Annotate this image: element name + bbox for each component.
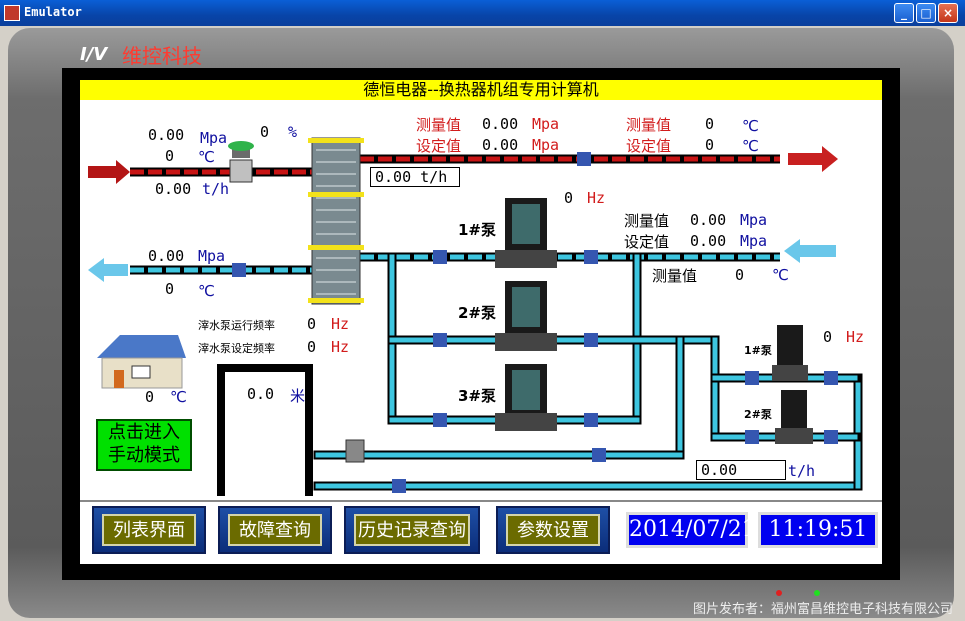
manual-mode-button[interactable]: 点击进入 手动模式 — [96, 419, 192, 471]
out-flow-unit: t/h — [420, 168, 448, 186]
close-button[interactable]: × — [938, 3, 958, 23]
outdoor-temp-unit: ℃ — [170, 388, 187, 406]
tank-level: 0.0 — [247, 385, 275, 403]
out-temp-set-unit: ℃ — [742, 137, 759, 155]
return-temp-unit: ℃ — [772, 266, 789, 284]
list-view-button-frame: 列表界面 — [92, 506, 206, 554]
out-temp-measured-label: 测量值 — [626, 116, 672, 134]
primary-in-flow: 0.00 — [155, 180, 192, 198]
makeup-flow-value: 0.00 — [701, 461, 738, 479]
brand-logo: I/V — [80, 44, 108, 65]
makeup-pump-freq: 0 — [823, 328, 833, 346]
status-led-green — [814, 590, 820, 596]
out-pressure-set-label: 设定值 — [416, 137, 462, 155]
valve-opening: 0 — [260, 123, 270, 141]
pump-frequency: 0 — [564, 189, 574, 207]
banner: 德恒电器--换热器机组专用计算机 — [80, 80, 882, 100]
bottom-divider — [80, 500, 882, 502]
makeup-set-freq-unit: Hz — [331, 338, 350, 356]
window-title: Emulator — [24, 5, 82, 19]
primary-in-temp-unit: ℃ — [198, 148, 215, 166]
primary-in-pressure: 0.00 — [148, 126, 185, 144]
valve-opening-unit: % — [288, 123, 298, 141]
makeup-run-freq-label: 滓水泵运行频率 — [198, 319, 275, 332]
pump1-label: 1#泵 — [458, 221, 497, 239]
return-pressure-set-unit: Mpa — [740, 232, 768, 250]
manual-mode-line2: 手动模式 — [108, 445, 180, 466]
makeup-pump-freq-unit: Hz — [846, 328, 865, 346]
makeup-set-freq-label: 滓水泵设定频率 — [198, 342, 275, 355]
makeup-flow-unit: t/h — [788, 462, 816, 480]
minimize-button[interactable]: _ — [894, 3, 914, 23]
history-button-frame: 历史记录查询 — [344, 506, 480, 554]
primary-return-temp-unit: ℃ — [198, 282, 215, 300]
return-pressure-unit: Mpa — [740, 211, 768, 229]
makeup-pump1-label: 1#泵 — [744, 344, 772, 357]
banner-title: 德恒电器--换热器机组专用计算机 — [363, 80, 599, 99]
maximize-button[interactable]: □ — [916, 3, 936, 23]
out-pressure-measured-label: 测量值 — [416, 116, 462, 134]
pump3-label: 3#泵 — [458, 387, 497, 405]
return-pressure-measured: 0.00 — [690, 211, 727, 229]
makeup-run-freq: 0 — [307, 315, 317, 333]
out-temp-set: 0 — [705, 136, 715, 154]
out-pressure-measured: 0.00 — [482, 115, 519, 133]
window-titlebar — [0, 0, 965, 26]
watermark: 图片发布者：福州富昌维控电子科技有限公司 — [692, 602, 953, 617]
out-pressure-set: 0.00 — [482, 136, 519, 154]
return-pressure-set-label: 设定值 — [624, 233, 670, 251]
return-temp-label: 测量值 — [652, 267, 698, 285]
app-icon — [4, 5, 20, 21]
makeup-flow-display: 0.00 — [696, 460, 786, 480]
return-pressure-set: 0.00 — [690, 232, 727, 250]
fault-query-button-frame: 故障查询 — [218, 506, 332, 554]
water-tank — [217, 364, 313, 496]
pump2-label: 2#泵 — [458, 304, 497, 322]
return-temp: 0 — [735, 266, 745, 284]
primary-return-pressure-unit: Mpa — [198, 247, 226, 265]
manual-mode-line1: 点击进入 — [108, 422, 180, 443]
out-temp-set-label: 设定值 — [626, 137, 672, 155]
status-led-red — [776, 590, 782, 596]
out-flow-value: 0.00 — [375, 168, 412, 186]
params-button-frame: 参数设置 — [496, 506, 610, 554]
makeup-pump2-label: 2#泵 — [744, 408, 772, 421]
makeup-run-freq-unit: Hz — [331, 315, 350, 333]
out-flow-display: 0.00 t/h — [370, 167, 460, 187]
outdoor-temp: 0 — [145, 388, 155, 406]
date-display: 2014/07/21 — [626, 512, 756, 548]
time-display: 11:19:51 — [758, 512, 878, 548]
out-pressure-set-unit: Mpa — [532, 136, 560, 154]
fault-query-button[interactable]: 故障查询 — [228, 514, 322, 546]
primary-in-pressure-unit: Mpa — [200, 129, 228, 147]
out-pressure-unit: Mpa — [532, 115, 560, 133]
tank-level-unit: 米 — [290, 387, 306, 405]
history-query-button[interactable]: 历史记录查询 — [354, 514, 470, 546]
makeup-set-freq: 0 — [307, 338, 317, 356]
primary-return-temp: 0 — [165, 280, 175, 298]
return-pressure-measured-label: 测量值 — [624, 212, 670, 230]
parameter-settings-button[interactable]: 参数设置 — [506, 514, 600, 546]
primary-in-temp: 0 — [165, 147, 175, 165]
primary-in-flow-unit: t/h — [202, 180, 230, 198]
out-temp-measured: 0 — [705, 115, 715, 133]
brand-name: 维控科技 — [122, 44, 202, 68]
out-temp-unit: ℃ — [742, 117, 759, 135]
pump-frequency-unit: Hz — [587, 189, 606, 207]
primary-return-pressure: 0.00 — [148, 247, 185, 265]
list-view-button[interactable]: 列表界面 — [102, 514, 196, 546]
